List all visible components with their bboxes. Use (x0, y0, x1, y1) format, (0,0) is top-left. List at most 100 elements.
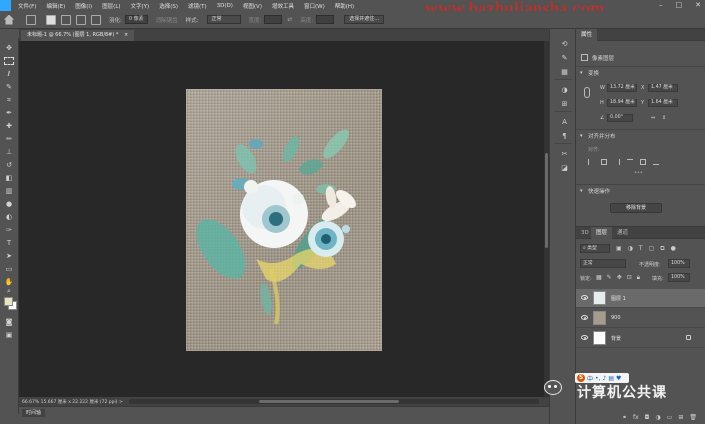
remove-background-button[interactable]: 移除背景 (610, 203, 662, 213)
marquee-preset-icon[interactable] (26, 14, 36, 25)
eyedropper-tool-icon[interactable]: ✒ (4, 109, 14, 117)
visibility-eye-icon[interactable] (581, 335, 588, 340)
align-collapse-icon[interactable]: ▾ (580, 133, 583, 139)
styles-panel-icon[interactable]: ◪ (560, 163, 569, 172)
pen-tool-icon[interactable]: ✑ (4, 226, 14, 234)
filter-pixel-icon[interactable]: ▣ (616, 245, 622, 253)
w-input[interactable]: 13.72 厘米 (607, 84, 637, 92)
crop-tool-icon[interactable]: ⌗ (4, 96, 14, 104)
menu-image[interactable]: 图像(I) (70, 2, 97, 10)
paragraph-panel-icon[interactable]: ¶ (560, 131, 569, 140)
link-dimensions-icon[interactable] (584, 87, 590, 98)
tab-properties[interactable]: 属性 (576, 29, 598, 41)
screen-mode-icon[interactable]: ▣ (4, 331, 14, 339)
menu-window[interactable]: 窗口(W) (299, 2, 330, 10)
link-icon[interactable]: ⚭ (622, 414, 627, 421)
foreground-color-swatch[interactable] (4, 297, 13, 306)
filter-toggle-icon[interactable]: ● (671, 245, 676, 253)
tab-channels[interactable]: 通道 (612, 227, 633, 239)
mask-icon[interactable]: ◘ (645, 414, 650, 421)
rectangle-tool-icon[interactable]: ▭ (4, 265, 14, 273)
close-window-icon[interactable]: ✕ (695, 1, 701, 9)
y-input[interactable]: 1.64 厘米 (648, 99, 678, 107)
x-input[interactable]: 1.47 厘米 (648, 84, 678, 92)
feather-input[interactable]: 0 像素 (124, 15, 148, 24)
menu-layer[interactable]: 图层(L) (97, 2, 125, 10)
blend-mode-select[interactable]: 正常 (580, 259, 626, 268)
filter-type-icon[interactable]: T (639, 245, 643, 253)
layer-name[interactable]: 背景 (611, 335, 621, 342)
adjustment-icon[interactable]: ◑ (655, 414, 660, 421)
width-input[interactable] (264, 15, 283, 24)
visibility-eye-icon[interactable] (581, 295, 588, 300)
history-brush-tool-icon[interactable]: ↺ (4, 161, 14, 169)
subtract-selection-icon[interactable] (76, 14, 86, 25)
select-and-mask-button[interactable]: 选择并遮住... (344, 15, 385, 24)
tab-layers[interactable]: 图层 (591, 227, 613, 239)
home-icon[interactable] (4, 14, 14, 25)
filter-shape-icon[interactable]: ▢ (649, 245, 655, 253)
more-options-icon[interactable]: ••• (634, 170, 643, 176)
dodge-tool-icon[interactable]: ◐ (4, 213, 14, 221)
height-input[interactable] (316, 15, 335, 24)
eraser-tool-icon[interactable]: ◧ (4, 174, 14, 182)
layer-name[interactable]: 图层 1 (611, 295, 626, 302)
menu-edit[interactable]: 编辑(E) (41, 2, 70, 10)
fill-input[interactable]: 100% (668, 273, 690, 282)
menu-file[interactable]: 文件(F) (13, 2, 41, 10)
quick-mask-icon[interactable]: ◙ (4, 318, 14, 326)
brush-tool-icon[interactable]: ✏ (4, 135, 14, 143)
layer-row-900[interactable]: 900 (576, 309, 705, 328)
antialias-checkbox[interactable]: 消除锯齿 (156, 16, 178, 24)
angle-input[interactable]: 0.00° (607, 114, 633, 122)
zoom-document-info[interactable]: 66.67% 15.667 厘米 x 22.222 厘米 (72 ppi) > (19, 399, 123, 405)
filter-adjustment-icon[interactable]: ◑ (628, 245, 633, 253)
horizontal-scrollbar[interactable] (129, 399, 539, 404)
close-tab-icon[interactable]: × (124, 32, 128, 38)
opacity-input[interactable]: 100% (668, 259, 690, 268)
timeline-tab[interactable]: 时间轴 (22, 409, 46, 417)
swap-dimensions-icon[interactable]: ⇄ (287, 16, 292, 23)
layer-row-background[interactable]: 背景 (576, 329, 705, 348)
adjustments-icon[interactable]: ◑ (560, 85, 569, 94)
align-hcenter-icon[interactable] (601, 159, 607, 165)
zoom-tool-icon[interactable]: ⌕ (4, 287, 14, 295)
menu-filter[interactable]: 滤镜(T) (183, 2, 212, 10)
lock-position-icon[interactable]: ✥ (617, 274, 622, 282)
vertical-scroll-thumb[interactable] (545, 153, 548, 248)
style-select[interactable]: 正常 (206, 15, 241, 24)
layer-name[interactable]: 900 (611, 315, 621, 321)
lock-image-icon[interactable]: ✎ (607, 274, 612, 282)
visibility-eye-icon[interactable] (581, 315, 588, 320)
minimize-icon[interactable]: – (659, 1, 663, 9)
lock-all-icon[interactable]: 🔒︎ (637, 274, 640, 282)
swatches-icon[interactable]: ▦ (560, 67, 569, 76)
quick-actions-collapse-icon[interactable]: ▾ (580, 188, 583, 194)
layer-row-layer1[interactable]: 图层 1 (576, 289, 705, 308)
align-vcenter-icon[interactable] (640, 159, 646, 165)
tool-presets-icon[interactable]: ✂ (560, 149, 569, 158)
add-selection-icon[interactable] (61, 14, 71, 25)
healing-brush-tool-icon[interactable]: ✚ (4, 122, 14, 130)
flip-vertical-icon[interactable]: ⇕ (662, 115, 666, 121)
libraries-icon[interactable]: ⊞ (560, 99, 569, 108)
path-select-tool-icon[interactable]: ➤ (4, 252, 14, 260)
align-right-icon[interactable] (614, 159, 620, 165)
menu-help[interactable]: 帮助(H) (330, 2, 359, 10)
folder-icon[interactable]: ▭ (667, 414, 673, 421)
menu-plugins[interactable]: 增效工具 (267, 2, 299, 10)
new-selection-icon[interactable] (46, 14, 56, 25)
new-layer-icon[interactable]: ⊞ (678, 414, 683, 421)
move-tool-icon[interactable]: ✥ (4, 44, 14, 52)
menu-select[interactable]: 选择(S) (154, 2, 183, 10)
document-tab[interactable]: 未标题-1 @ 66.7% (图层 1, RGB/8#) * × (21, 30, 135, 41)
blur-tool-icon[interactable]: ● (4, 200, 14, 208)
filter-smart-object-icon[interactable]: ⧉ (660, 245, 664, 253)
menu-type[interactable]: 文字(Y) (126, 2, 155, 10)
lasso-tool-icon[interactable]: ℓ (4, 70, 14, 78)
document-canvas[interactable] (186, 89, 382, 351)
clone-stamp-tool-icon[interactable]: ⊥ (4, 148, 14, 156)
type-tool-icon[interactable]: T (4, 239, 14, 247)
fx-icon[interactable]: fx (633, 414, 639, 421)
align-bottom-icon[interactable] (653, 159, 659, 165)
